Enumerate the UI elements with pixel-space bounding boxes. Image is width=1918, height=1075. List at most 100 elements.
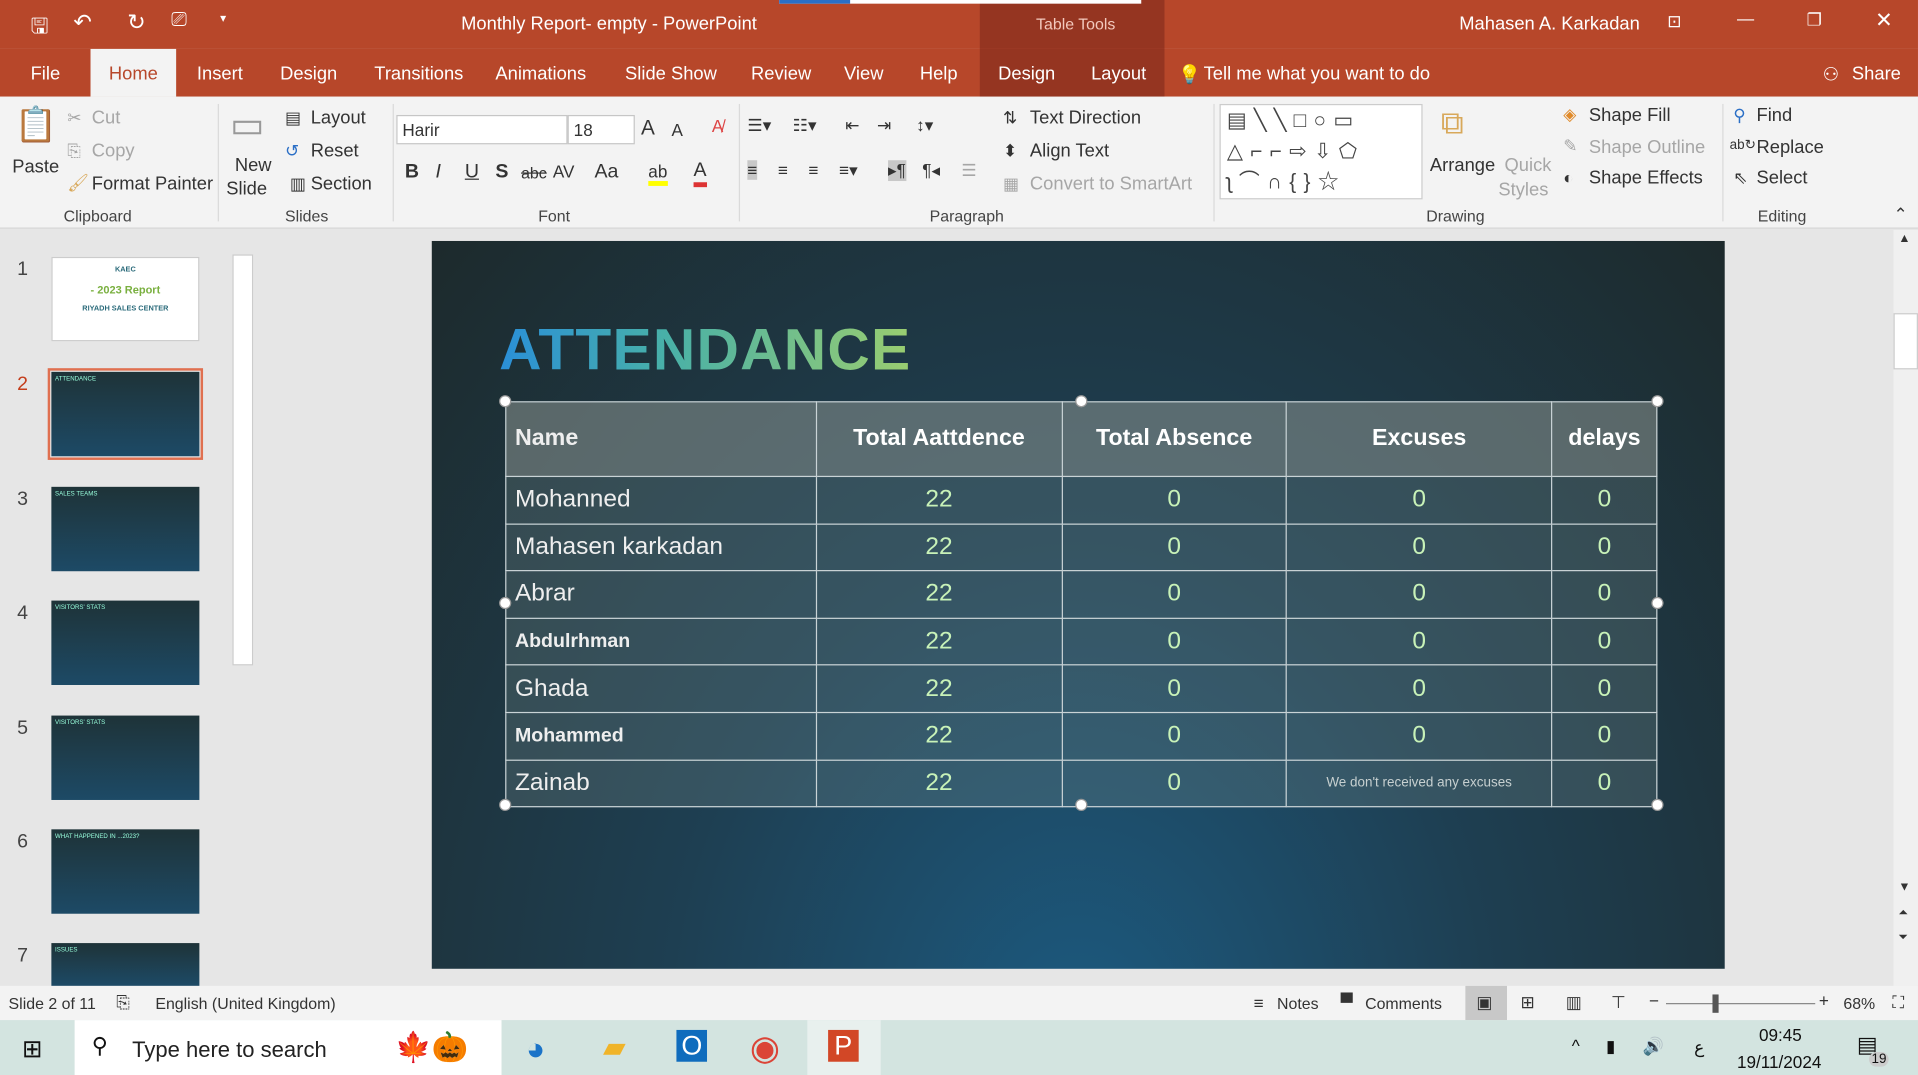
powerpoint-icon[interactable]: P [828,1029,859,1062]
bold-button[interactable]: B [405,161,419,183]
ltr-icon[interactable]: ▸¶ [888,160,906,182]
chrome-icon[interactable]: ◉ [750,1027,780,1067]
tab-view[interactable]: View [844,64,883,85]
tab-help[interactable]: Help [920,64,958,85]
zoom-slider-thumb[interactable] [1712,994,1719,1013]
clock-date[interactable]: 19/11/2024 [1737,1052,1821,1072]
table-cell[interactable]: 22 [815,711,1063,761]
table-cell[interactable]: 0 [1061,759,1287,808]
table-cell[interactable]: 0 [1551,711,1658,761]
volume-icon[interactable]: 🔊 [1643,1036,1664,1057]
save-icon[interactable]: 🖫 [31,11,49,46]
zoom-slider[interactable] [1665,1003,1816,1005]
zoom-out-icon[interactable]: − [1649,991,1659,1011]
input-language[interactable]: ع [1694,1037,1704,1058]
numbering-icon[interactable]: ☷▾ [793,115,817,136]
table-cell[interactable]: Mohanned [505,475,817,525]
tab-table-design[interactable]: Design [998,64,1055,85]
tab-design[interactable]: Design [280,64,337,85]
table-cell[interactable]: Abdulrhman [505,617,817,666]
align-left-icon[interactable]: ≡ [747,160,758,180]
clock-time[interactable]: 09:45 [1759,1025,1802,1045]
font-name-input[interactable]: Harir [396,114,568,145]
minimize-icon[interactable]: — [1737,9,1754,29]
slide-sorter-icon[interactable]: ⊞ [1520,992,1534,1013]
slide-thumbnail[interactable]: KAEC - 2023 Report RIYADH SALES CENTER [51,256,200,342]
table-cell[interactable]: Ghada [505,664,817,714]
columns-icon[interactable]: ☰ [961,160,976,181]
tab-review[interactable]: Review [751,64,811,85]
show-hidden-icons[interactable]: ^ [1572,1036,1580,1056]
file-explorer-icon[interactable]: ▰ [603,1030,626,1065]
present-icon[interactable]: ⎚ [171,10,187,32]
shape-outline-button[interactable]: Shape Outline [1589,137,1705,158]
arrange-button[interactable]: Arrange [1430,155,1495,176]
comments-button[interactable]: Comments [1365,994,1442,1012]
thumbnail-scrollbar[interactable] [232,229,255,986]
slide-title[interactable]: ATTENDANCE [499,317,911,384]
find-button[interactable]: Find [1757,105,1793,126]
resize-handle[interactable] [499,395,512,408]
table-cell[interactable]: 0 [1061,523,1287,572]
shape-fill-button[interactable]: Shape Fill [1589,105,1671,126]
decrease-indent-icon[interactable]: ⇤ [845,115,859,136]
slide-thumbnail[interactable]: VISITORS' STATS [51,715,200,800]
resize-handle[interactable] [499,798,512,811]
table-header-cell[interactable]: Total Aattdence [815,401,1063,478]
justify-icon[interactable]: ≡▾ [839,160,858,181]
table-cell[interactable]: 0 [1551,570,1658,619]
align-right-icon[interactable]: ≡ [809,160,819,180]
clear-format-icon[interactable]: A̸ [712,116,723,136]
user-name[interactable]: Mahasen A. Karkadan [1459,13,1640,34]
grow-font-button[interactable]: A [641,116,655,140]
table-header-cell[interactable]: Total Absence [1061,401,1287,478]
previous-slide-icon[interactable]: ⏶ [1898,906,1908,919]
attendance-table[interactable]: Name Total Aattdence Total Absence Excuses d… [505,401,1658,808]
ribbon-display-icon[interactable]: ⊡ [1667,11,1681,32]
table-cell[interactable]: 0 [1061,711,1287,761]
resize-handle[interactable] [1075,798,1088,811]
shrink-font-button[interactable]: A [672,120,683,140]
table-header-cell[interactable]: delays [1551,401,1658,478]
table-cell[interactable]: 0 [1551,664,1658,714]
rtl-icon[interactable]: ¶◂ [922,160,940,181]
spellcheck-icon[interactable]: ⎘ [116,992,130,1013]
line-spacing-icon[interactable]: ↕▾ [916,115,933,136]
table-cell[interactable]: 0 [1551,759,1658,808]
notes-button[interactable]: Notes [1277,994,1319,1012]
fit-slide-icon[interactable]: ⛶ [1892,992,1904,1013]
resize-handle[interactable] [1651,798,1664,811]
table-header-cell[interactable]: Name [505,401,817,478]
normal-view-icon[interactable]: ▣ [1476,992,1492,1013]
table-cell[interactable]: We don't received any excuses [1285,759,1553,808]
scroll-down-icon[interactable]: ▼ [1898,881,1910,894]
select-button[interactable]: Select [1757,168,1808,189]
table-cell[interactable]: 0 [1285,523,1553,572]
increase-indent-icon[interactable]: ⇥ [877,115,891,136]
font-color-icon[interactable]: A [693,160,707,188]
text-direction-button[interactable]: Text Direction [1030,108,1141,129]
tab-table-layout[interactable]: Layout [1091,64,1146,85]
quick-styles-button[interactable]: Quick [1505,155,1552,176]
change-case-button[interactable]: Aa [594,161,618,183]
char-spacing-button[interactable]: AV [553,161,575,181]
share-button[interactable]: Share [1852,64,1901,85]
tab-transitions[interactable]: Transitions [374,64,463,85]
layout-button[interactable]: Layout [311,108,366,129]
table-cell[interactable]: 22 [815,617,1063,666]
bullets-icon[interactable]: ☰▾ [747,115,771,136]
copy-button[interactable]: Copy [92,141,135,162]
edge-icon[interactable]: ◕ [526,1030,545,1068]
redo-icon[interactable]: ↻ [127,10,145,36]
table-cell[interactable]: 0 [1061,570,1287,619]
slide-thumbnail[interactable]: SALES TEAMS [51,486,200,572]
strikethrough-button[interactable]: abc [521,164,547,182]
table-cell[interactable]: 0 [1285,617,1553,666]
shadow-button[interactable]: S [495,161,508,183]
table-cell[interactable]: 0 [1061,617,1287,666]
slide-canvas[interactable]: ATTENDANCE Name Total Aattdence Total Abse… [431,240,1725,969]
close-icon[interactable]: ✕ [1875,9,1892,33]
table-cell[interactable]: 0 [1551,475,1658,525]
shapes-gallery[interactable]: ▤╲╲□○▭ △⌐⌐⇨⇩⬠ ʅ⌒∩{}☆ [1219,103,1423,200]
convert-smartart-button[interactable]: Convert to SmartArt [1030,174,1192,195]
